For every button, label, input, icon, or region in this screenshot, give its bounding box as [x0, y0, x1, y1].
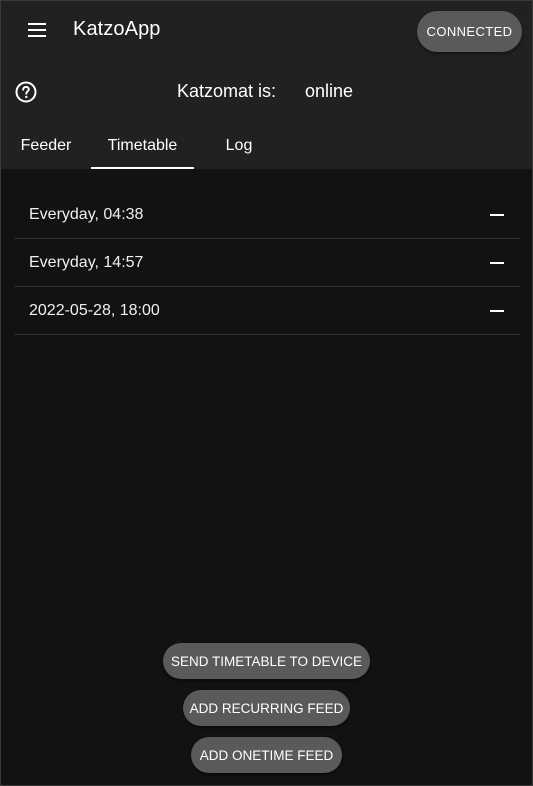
list-item: 2022-05-28, 18:00	[14, 287, 520, 335]
send-timetable-button[interactable]: SEND TIMETABLE TO DEVICE	[163, 643, 370, 679]
minus-icon[interactable]	[488, 205, 506, 225]
timetable-entry-label: Everyday, 04:38	[29, 206, 144, 223]
timetable-entry-label: 2022-05-28, 18:00	[29, 302, 160, 319]
add-recurring-feed-button[interactable]: ADD RECURRING FEED	[183, 690, 350, 726]
device-status-bar: Katzomat is: online	[1, 61, 532, 123]
list-item: Everyday, 14:57	[14, 239, 520, 287]
app-window: KatzoApp CONNECTED Katzomat is: online F…	[0, 0, 533, 786]
help-circle-icon[interactable]	[14, 80, 38, 104]
timetable-list: Everyday, 04:38 Everyday, 14:57 2022-05-…	[14, 191, 520, 335]
app-bar: KatzoApp CONNECTED	[1, 1, 532, 61]
menu-icon[interactable]	[27, 21, 49, 39]
status-value: online	[305, 81, 354, 101]
status-label: Katzomat is:	[177, 81, 277, 101]
app-title: KatzoApp	[73, 18, 161, 40]
connected-button[interactable]: CONNECTED	[417, 11, 522, 52]
tab-log[interactable]: Log	[194, 123, 284, 169]
list-item: Everyday, 04:38	[14, 191, 520, 239]
tab-bar: Feeder Timetable Log	[1, 123, 532, 169]
active-tab-indicator	[91, 167, 194, 169]
tab-timetable[interactable]: Timetable	[91, 123, 194, 169]
add-onetime-feed-button[interactable]: ADD ONETIME FEED	[191, 737, 342, 773]
tab-feeder[interactable]: Feeder	[1, 123, 91, 169]
timetable-entry-label: Everyday, 14:57	[29, 254, 144, 271]
minus-icon[interactable]	[488, 301, 506, 321]
minus-icon[interactable]	[488, 253, 506, 273]
